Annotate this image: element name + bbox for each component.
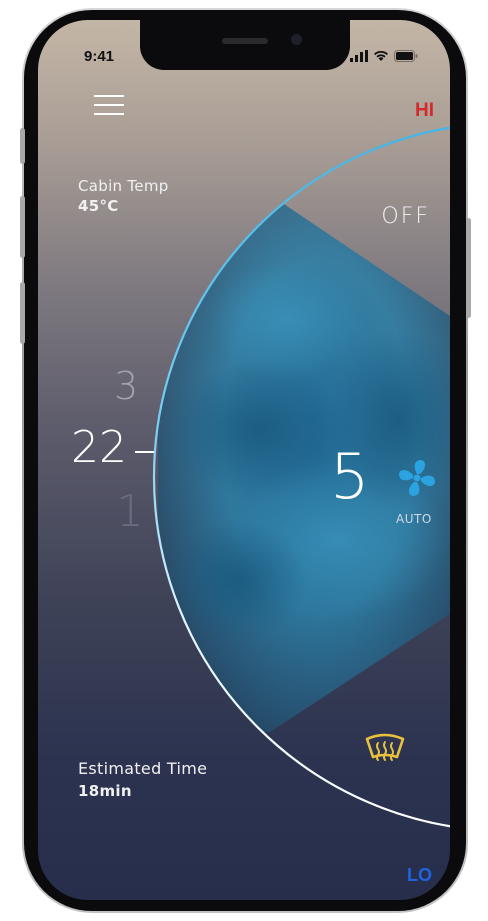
speaker [222, 38, 268, 44]
dial-shadow [158, 120, 272, 196]
status-icons [350, 50, 418, 62]
signal-icon [350, 50, 368, 62]
dial-value-upper[interactable]: 3 [114, 364, 138, 408]
silent-switch [20, 282, 25, 344]
notch [140, 20, 350, 70]
fan-speed-value: 5 [330, 440, 370, 513]
fan-mode-label[interactable]: AUTO [396, 512, 432, 526]
status-time: 9:41 [84, 48, 115, 65]
dial-value-current[interactable]: 22 [71, 422, 127, 473]
front-camera [291, 34, 302, 45]
estimated-time-value: 18min [78, 782, 132, 800]
lo-label[interactable]: LO [407, 865, 432, 886]
battery-icon [394, 50, 418, 62]
hamburger-icon[interactable] [94, 95, 124, 115]
dial-value-lower[interactable]: 1 [116, 486, 144, 537]
hi-label[interactable]: HI [415, 100, 434, 122]
estimated-time-label: Estimated Time [78, 759, 208, 778]
wifi-icon [374, 50, 388, 61]
volume-up-button [20, 128, 25, 164]
power-button [466, 218, 471, 318]
windshield-defrost-icon[interactable] [364, 733, 406, 765]
app-screen: 9:41 HI Cabin Temp 45°C OFF 3 22 1 5 AUT… [38, 20, 450, 900]
cabin-temp-label: Cabin Temp [78, 177, 169, 195]
fan-icon[interactable] [396, 457, 438, 499]
off-button[interactable]: OFF [381, 204, 430, 229]
volume-down-button [20, 196, 25, 258]
cabin-temp-value: 45°C [78, 197, 119, 215]
